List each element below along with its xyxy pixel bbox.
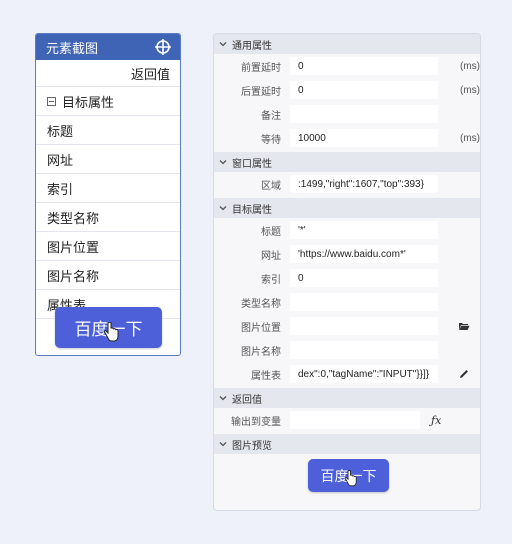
prop-row-type-name: 类型名称: [214, 290, 480, 314]
prop-label: 备注: [261, 110, 281, 122]
list-item-type-name[interactable]: 类型名称: [36, 203, 180, 232]
properties-panel: 通用属性 前置延时 0 (ms) 后置延时 0 (ms) 备注 等待 10000…: [213, 33, 481, 511]
prop-label: 图片位置: [241, 322, 281, 334]
list-item-image-name[interactable]: 图片名称: [36, 261, 180, 290]
prop-row-attribute-table: 属性表 dex":0,"tagName":"INPUT"}}]}: [214, 362, 480, 386]
url-input[interactable]: 'https://www.baidu.com*': [290, 245, 438, 263]
section-title: 窗口属性: [232, 158, 272, 170]
type-name-input[interactable]: [290, 293, 438, 311]
list-item-label: 网址: [47, 152, 74, 168]
index-input[interactable]: 0: [290, 269, 438, 287]
fx-icon[interactable]: ƒx: [431, 414, 441, 427]
pre-delay-input[interactable]: 0: [290, 57, 438, 75]
attribute-table-input[interactable]: dex":0,"tagName":"INPUT"}}]}: [290, 365, 438, 383]
prop-label: 前置延时: [241, 62, 281, 74]
target-group-label: 目标属性: [62, 94, 115, 110]
image-position-input[interactable]: [290, 317, 438, 335]
collapse-icon[interactable]: [47, 96, 56, 106]
section-title: 通用属性: [232, 40, 272, 52]
prop-row-title: 标题 '*': [214, 218, 480, 242]
prop-row-image-name: 图片名称: [214, 338, 480, 362]
element-screenshot-panel: 元素截图 返回值 目标属性 标题 网址 索引 类型名称 图片位置 图片名称 属性…: [35, 33, 181, 356]
output-variable-input[interactable]: [290, 411, 420, 429]
chevron-down-icon[interactable]: [218, 39, 228, 49]
chevron-down-icon[interactable]: [218, 203, 228, 213]
note-input[interactable]: [290, 105, 438, 123]
unit-label: (ms): [460, 60, 480, 72]
prop-row-region: 区域 :1499,"right":1607,"top":393}: [214, 172, 480, 196]
prop-row-output-variable: 输出到变量 ƒx: [214, 408, 480, 432]
section-title: 目标属性: [232, 204, 272, 216]
prop-label: 标题: [261, 226, 281, 238]
prop-label: 后置延时: [241, 86, 281, 98]
section-target[interactable]: 目标属性: [214, 198, 480, 218]
list-item-index[interactable]: 索引: [36, 174, 180, 203]
list-item-label: 图片位置: [47, 239, 100, 255]
pencil-icon[interactable]: [458, 368, 470, 380]
crosshair-icon[interactable]: [154, 38, 172, 56]
section-preview[interactable]: 图片预览: [214, 434, 480, 454]
prop-row-url: 网址 'https://www.baidu.com*': [214, 242, 480, 266]
captured-button-image: 百度一下: [55, 307, 162, 348]
prop-label: 属性表: [251, 370, 281, 382]
section-title: 返回值: [232, 394, 262, 406]
hand-cursor-icon: [344, 470, 357, 487]
wait-input[interactable]: 10000: [290, 129, 438, 147]
section-general[interactable]: 通用属性: [214, 34, 480, 54]
unit-label: (ms): [460, 84, 480, 96]
region-input[interactable]: :1499,"right":1607,"top":393}: [290, 175, 438, 193]
image-name-input[interactable]: [290, 341, 438, 359]
folder-open-icon[interactable]: [458, 320, 470, 332]
prop-label: 网址: [261, 250, 281, 262]
panel-title: 元素截图: [46, 40, 99, 56]
title-input[interactable]: '*': [290, 221, 438, 239]
return-value-label: 返回值: [130, 66, 170, 82]
prop-row-post-delay: 后置延时 0 (ms): [214, 78, 480, 102]
list-item-label: 图片名称: [47, 268, 100, 284]
prop-row-index: 索引 0: [214, 266, 480, 290]
prop-row-wait: 等待 10000 (ms): [214, 126, 480, 150]
prop-label: 区域: [261, 180, 281, 192]
list-item-image-position[interactable]: 图片位置: [36, 232, 180, 261]
prop-row-note: 备注: [214, 102, 480, 126]
prop-label: 等待: [261, 134, 281, 146]
prop-label: 图片名称: [241, 346, 281, 358]
target-properties-group[interactable]: 目标属性: [36, 87, 180, 116]
return-value-item[interactable]: 返回值: [36, 60, 180, 87]
list-item-title[interactable]: 标题: [36, 116, 180, 145]
post-delay-input[interactable]: 0: [290, 81, 438, 99]
list-item-label: 类型名称: [47, 210, 100, 226]
section-window[interactable]: 窗口属性: [214, 152, 480, 172]
prop-row-pre-delay: 前置延时 0 (ms): [214, 54, 480, 78]
section-return[interactable]: 返回值: [214, 388, 480, 408]
chevron-down-icon[interactable]: [218, 393, 228, 403]
prop-label: 类型名称: [241, 298, 281, 310]
list-item-url[interactable]: 网址: [36, 145, 180, 174]
list-item-label: 标题: [47, 123, 74, 139]
screenshot-image: 百度一下: [55, 307, 162, 348]
preview-button-image: 百度一下: [308, 459, 389, 492]
prop-row-image-position: 图片位置: [214, 314, 480, 338]
hand-cursor-icon: [103, 322, 119, 342]
panel-header: 元素截图: [36, 34, 180, 60]
prop-label: 输出到变量: [231, 416, 281, 428]
chevron-down-icon[interactable]: [218, 439, 228, 449]
chevron-down-icon[interactable]: [218, 157, 228, 167]
prop-label: 索引: [261, 274, 281, 286]
unit-label: (ms): [460, 132, 480, 144]
section-title: 图片预览: [232, 440, 272, 452]
list-item-label: 索引: [47, 181, 74, 197]
image-preview: 百度一下: [214, 454, 480, 502]
